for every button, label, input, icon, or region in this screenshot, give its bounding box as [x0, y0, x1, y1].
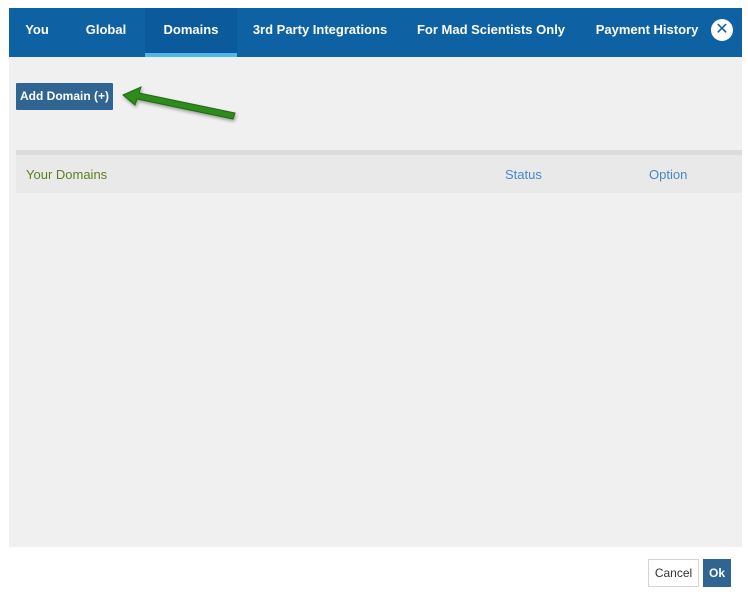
tab-mad-scientists[interactable]: For Mad Scientists Only — [407, 8, 575, 57]
add-domain-button[interactable]: Add Domain (+) — [16, 83, 113, 110]
cancel-button[interactable]: Cancel — [648, 559, 699, 587]
tab-you[interactable]: You — [9, 8, 65, 57]
ok-button[interactable]: Ok — [703, 559, 731, 587]
tab-payment-history[interactable]: Payment History — [587, 8, 707, 57]
column-header-domains: Your Domains — [26, 167, 108, 182]
tab-global[interactable]: Global — [71, 8, 141, 57]
pointer-arrow-icon — [122, 86, 236, 120]
column-header-status: Status — [505, 167, 542, 182]
close-icon[interactable]: ✕ — [711, 19, 733, 41]
settings-dialog: You Global Domains 3rd Party Integration… — [0, 0, 748, 595]
tab-domains[interactable]: Domains — [145, 8, 237, 57]
tab-3rd-party-integrations[interactable]: 3rd Party Integrations — [245, 8, 395, 57]
tab-bar: You Global Domains 3rd Party Integration… — [9, 8, 742, 57]
column-header-option: Option — [649, 167, 688, 182]
domains-table: Your Domains Status Option — [16, 150, 742, 193]
domains-panel: Add Domain (+) Your Domains Status Optio… — [9, 57, 742, 547]
